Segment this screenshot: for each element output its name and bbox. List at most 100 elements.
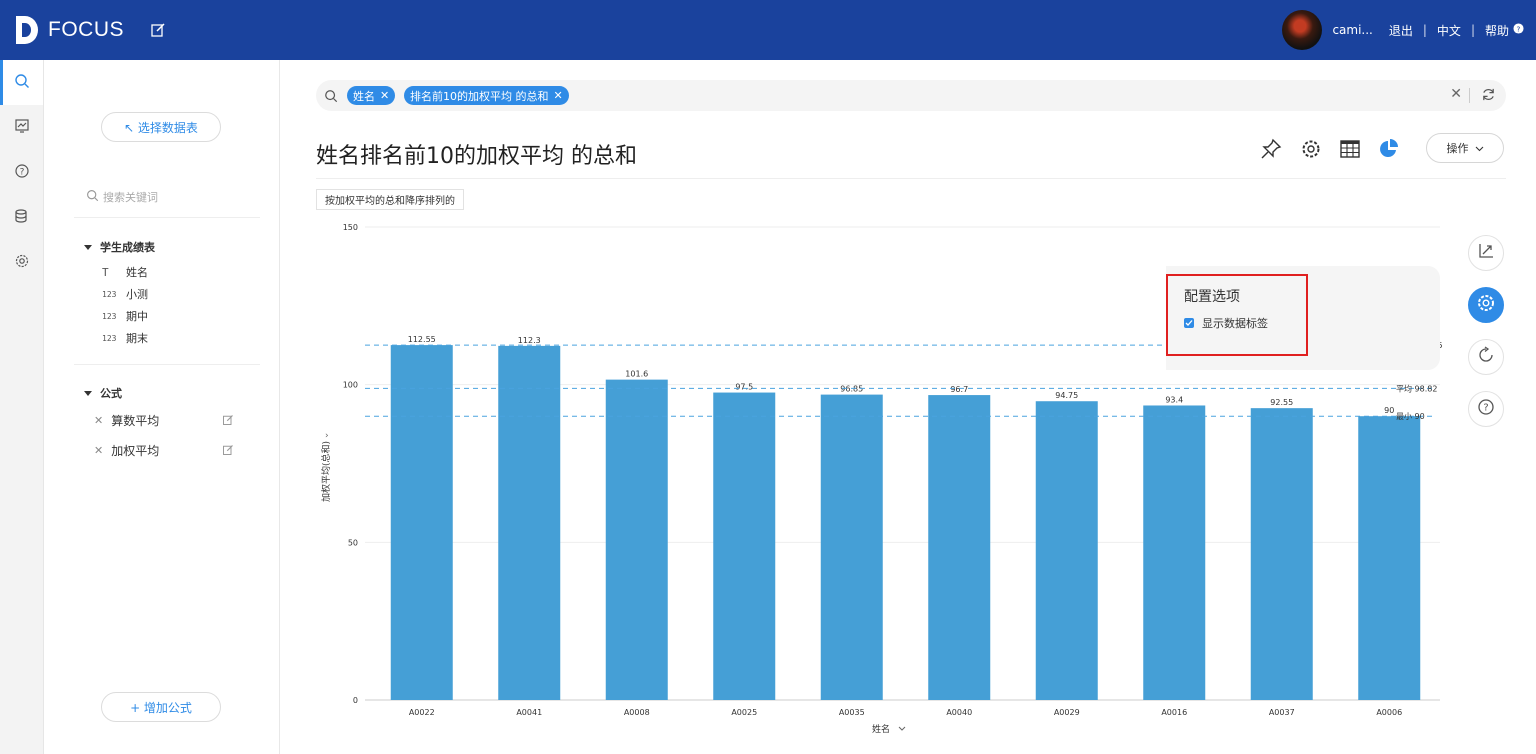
data-label: 112.55 xyxy=(408,335,436,344)
number-type-icon: 123 xyxy=(102,311,117,321)
field-item[interactable]: T 姓名 xyxy=(102,264,148,280)
nav-board[interactable] xyxy=(0,105,43,150)
data-label: 90 xyxy=(1384,406,1394,415)
table-tree-title[interactable]: 学生成绩表 xyxy=(84,239,155,255)
svg-text:?: ? xyxy=(19,167,24,177)
x-tick-label: A0040 xyxy=(946,708,972,717)
y-tick-label: 50 xyxy=(348,538,358,547)
bar xyxy=(1143,405,1206,700)
logout-link[interactable]: 退出 xyxy=(1389,22,1413,39)
reference-line-label: 平均 98.82 xyxy=(1396,383,1437,393)
divider xyxy=(74,217,260,218)
edit-icon[interactable] xyxy=(150,22,166,42)
nav-search[interactable] xyxy=(0,60,43,105)
avatar[interactable] xyxy=(1282,10,1323,50)
bar xyxy=(820,394,883,700)
chevron-down-icon xyxy=(1475,142,1484,155)
left-nav: ? xyxy=(0,60,44,754)
nav-database[interactable] xyxy=(0,195,43,240)
edit-icon[interactable] xyxy=(222,444,234,459)
x-tick-label: A0035 xyxy=(839,708,865,717)
chart-settings-button[interactable] xyxy=(1468,287,1504,323)
reference-line-label: 最小 90 xyxy=(1396,412,1425,421)
settings-icon xyxy=(14,253,30,273)
divider: | xyxy=(1422,23,1427,37)
logo-text: FOCUS xyxy=(48,18,124,41)
username[interactable]: cami... xyxy=(1332,23,1372,37)
board-icon xyxy=(14,118,30,138)
bar xyxy=(605,379,668,700)
refresh-icon xyxy=(1477,346,1495,368)
top-bar: FOCUS cami... 退出 | 中文 | 帮助 ? xyxy=(0,0,1536,60)
x-tick-label: A0037 xyxy=(1269,708,1295,717)
bar xyxy=(1035,401,1098,700)
field-item[interactable]: 123 小测 xyxy=(102,286,148,302)
nav-settings[interactable] xyxy=(0,240,43,285)
caret-down-icon xyxy=(84,390,92,396)
field-item[interactable]: 123 期末 xyxy=(102,330,148,346)
main-area: 姓名 ✕ 排名前10的加权平均 的总和 ✕ ✕ 姓名排名前10的加权平均 的总和 操… xyxy=(280,60,1536,754)
data-label: 96.7 xyxy=(950,385,968,394)
delete-icon[interactable]: ✕ xyxy=(94,414,103,427)
refresh-button[interactable] xyxy=(1468,339,1504,375)
database-icon xyxy=(14,208,30,228)
data-panel: ↖ 选择数据表 搜索关键词 学生成绩表 T 姓名 123 小测 123 期中 123 期… xyxy=(44,60,280,754)
data-label: 93.4 xyxy=(1165,395,1183,404)
logo-mark-icon xyxy=(14,14,40,46)
settings-icon xyxy=(1476,293,1496,317)
axis-config-button[interactable] xyxy=(1468,235,1504,271)
x-tick-label: A0025 xyxy=(731,708,757,717)
formula-tree-title[interactable]: 公式 xyxy=(84,385,122,401)
y-axis-label: 加权平均(总和) xyxy=(320,441,332,502)
x-tick-label: A0029 xyxy=(1054,708,1080,717)
checkbox-checked-icon[interactable] xyxy=(1184,318,1194,328)
bar xyxy=(390,345,453,700)
language-link[interactable]: 中文 xyxy=(1437,22,1461,39)
data-label: 92.55 xyxy=(1270,398,1293,407)
help-icon: ? xyxy=(1477,398,1495,420)
help-circle-icon[interactable]: ? xyxy=(1513,23,1524,37)
data-label: 112.3 xyxy=(518,336,541,345)
field-item[interactable]: 123 期中 xyxy=(102,308,148,324)
data-label: 101.6 xyxy=(625,370,648,379)
bar xyxy=(498,345,561,700)
keyword-search[interactable]: 搜索关键词 xyxy=(86,189,158,205)
svg-text:?: ? xyxy=(1517,24,1521,33)
edit-icon[interactable] xyxy=(222,414,234,429)
add-formula-button[interactable]: + 增加公式 xyxy=(101,692,221,722)
x-tick-label: A0041 xyxy=(516,708,542,717)
formula-item[interactable]: ✕ 算数平均 xyxy=(94,412,234,429)
data-label: 97.5 xyxy=(735,383,753,392)
x-tick-label: A0008 xyxy=(624,708,650,717)
divider xyxy=(74,364,260,365)
bar-chart: 0 50 100 150 加权平均(总和)› 112.55 A0022 112.3 A0041 1… xyxy=(320,223,1443,735)
help-link[interactable]: 帮助 xyxy=(1485,22,1509,39)
svg-text:?: ? xyxy=(1483,403,1488,414)
y-tick-label: 0 xyxy=(353,696,358,705)
chart-help-button[interactable]: ? xyxy=(1468,391,1504,427)
x-tick-label: A0022 xyxy=(409,708,435,717)
y-tick-label: 100 xyxy=(343,381,358,390)
search-icon xyxy=(86,189,99,205)
x-axis-label: 姓名 xyxy=(872,723,890,735)
help-icon: ? xyxy=(14,163,30,183)
caret-down-icon xyxy=(84,244,92,250)
refresh-icon[interactable] xyxy=(1481,87,1496,106)
logo[interactable]: FOCUS xyxy=(14,14,124,46)
data-label: 96.85 xyxy=(840,385,863,394)
search-icon xyxy=(14,73,30,93)
user-area: cami... 退出 | 中文 | 帮助 ? xyxy=(1282,10,1524,50)
bar xyxy=(1250,408,1313,700)
nav-help[interactable]: ? xyxy=(0,150,43,195)
number-type-icon: 123 xyxy=(102,333,117,343)
divider xyxy=(1469,88,1470,103)
data-label: 94.75 xyxy=(1055,391,1078,400)
search-input[interactable]: 搜索关键词 xyxy=(103,189,158,205)
select-table-button[interactable]: ↖ 选择数据表 xyxy=(101,112,221,142)
bar xyxy=(713,392,776,700)
delete-icon[interactable]: ✕ xyxy=(94,444,103,457)
show-labels-checkbox[interactable]: 显示数据标签 xyxy=(1184,315,1268,331)
formula-item[interactable]: ✕ 加权平均 xyxy=(94,442,234,459)
bar xyxy=(1358,416,1421,700)
bar xyxy=(928,395,991,700)
